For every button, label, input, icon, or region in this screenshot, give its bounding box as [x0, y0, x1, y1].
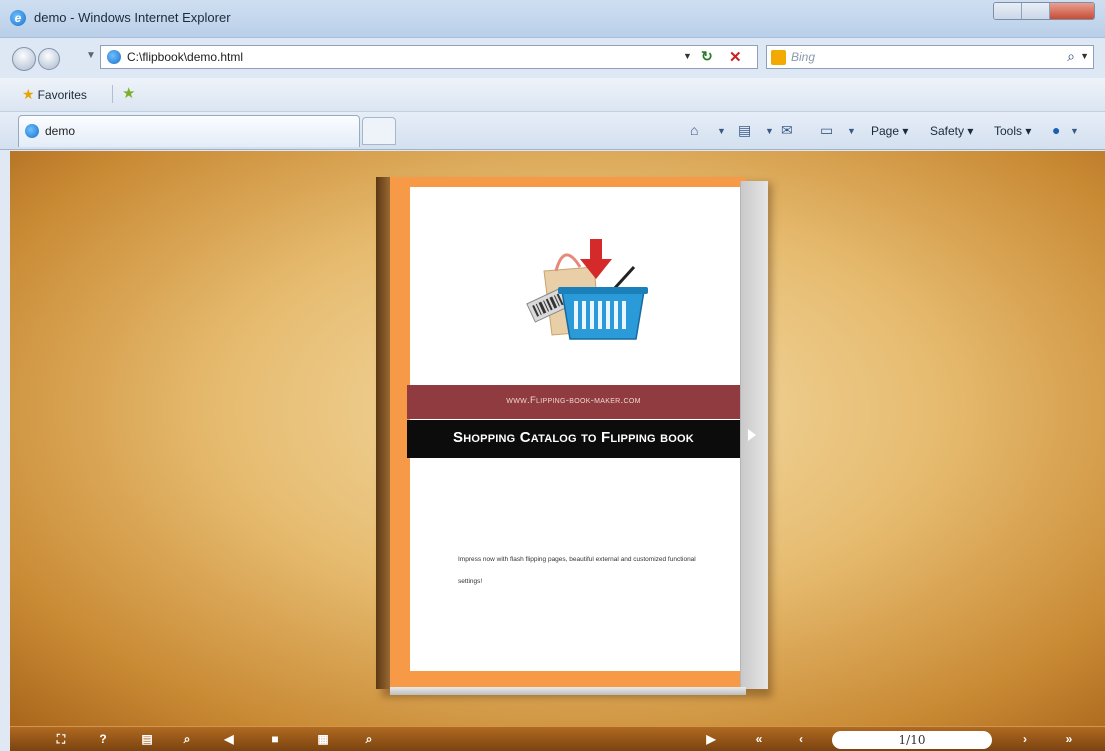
cover-page[interactable]: www.Flipping-book-maker.com Shopping Cat… [407, 187, 740, 671]
book-title: Shopping Catalog to Flipping book [453, 429, 694, 446]
star-icon: ★ [22, 86, 35, 102]
address-input[interactable]: C:\flipbook\demo.html [127, 50, 243, 64]
print-dropdown-icon[interactable]: ▼ [847, 126, 856, 136]
first-page-icon[interactable]: « [748, 731, 770, 748]
next-page-icon[interactable]: › [1014, 731, 1036, 748]
title-banner: Shopping Catalog to Flipping book [407, 420, 740, 458]
book-description: Impress now with flash flipping pages, b… [458, 556, 696, 585]
search-dropdown-icon[interactable]: ▼ [1080, 51, 1089, 61]
bing-logo-icon [771, 50, 786, 65]
search-input[interactable]: Bing [791, 50, 815, 64]
refresh-icon[interactable]: ↻ [701, 48, 713, 65]
print-icon[interactable]: ▭ [820, 122, 833, 139]
print-icon[interactable]: ▤ [136, 731, 158, 748]
help-dropdown-icon[interactable]: ▼ [1070, 126, 1079, 136]
tools-menu[interactable]: Tools ▾ [994, 124, 1031, 138]
help-icon[interactable]: ● [1052, 122, 1060, 138]
window-controls [993, 2, 1095, 20]
ie-logo-icon: e [10, 10, 26, 26]
help-icon[interactable]: ? [92, 731, 114, 748]
minimize-button[interactable] [994, 3, 1022, 19]
home-dropdown-icon[interactable]: ▼ [717, 126, 726, 136]
next-page-arrow-icon[interactable] [748, 429, 756, 441]
previous-page-icon[interactable]: ‹ [790, 731, 812, 748]
add-favorite-icon[interactable]: ★ [122, 84, 135, 102]
search-icon[interactable]: ⌕ [358, 731, 380, 748]
flipbook-toolbar: ⛶ ? ▤ ⌕ ◀ ■ ▦ ⌕ ▶ « ‹ 1/10 › » [10, 726, 1105, 751]
share-icon[interactable]: ■ [264, 731, 286, 748]
feeds-icon[interactable]: ▤ [738, 122, 751, 139]
search-box[interactable]: Bing ⌕ ▼ [766, 45, 1094, 69]
tools-menu-label: Tools [994, 124, 1023, 138]
last-page-icon[interactable]: » [1058, 731, 1080, 748]
safety-menu-label: Safety [930, 124, 965, 138]
book-bottom-edge [390, 687, 746, 695]
safety-menu[interactable]: Safety ▾ [930, 124, 973, 138]
book-spine [376, 177, 390, 689]
close-button[interactable] [1050, 3, 1094, 19]
tab-label: demo [45, 124, 76, 138]
search-icon[interactable]: ⌕ [1067, 48, 1075, 65]
page-menu[interactable]: Page ▾ [871, 124, 908, 138]
address-bar[interactable]: C:\flipbook\demo.html ▼ ↻ ✕ [100, 45, 758, 69]
home-icon[interactable]: ⌂ [690, 122, 698, 138]
flipbook[interactable]: www.Flipping-book-maker.com Shopping Cat… [376, 177, 772, 697]
command-bar: demo ⌂ ▼ ▤ ▼ ✉ ▭ ▼ Page ▾ Safety ▾ Tools… [0, 112, 1105, 150]
site-url: www.Flipping-book-maker.com [506, 395, 641, 406]
page-indicator[interactable]: 1/10 [832, 731, 992, 749]
forward-button[interactable] [38, 48, 60, 70]
window-title: demo - Windows Internet Explorer [34, 10, 231, 25]
page-menu-label: Page [871, 124, 900, 138]
book-cover: www.Flipping-book-maker.com Shopping Cat… [390, 177, 746, 689]
shopping-basket-icon [526, 239, 648, 340]
sound-icon[interactable]: ◀ [218, 731, 240, 748]
stop-icon[interactable]: ✕ [729, 48, 742, 66]
recent-pages-dropdown[interactable]: ▼ [86, 50, 96, 61]
new-tab-button[interactable] [362, 117, 396, 145]
maximize-button[interactable] [1022, 3, 1050, 19]
zoom-icon[interactable]: ⌕ [176, 731, 198, 748]
thumbnails-icon[interactable]: ▦ [312, 731, 334, 748]
feeds-dropdown-icon[interactable]: ▼ [765, 126, 774, 136]
autoplay-icon[interactable]: ▶ [700, 731, 722, 748]
back-button[interactable] [12, 47, 36, 71]
title-bar: e demo - Windows Internet Explorer [0, 0, 1105, 38]
mail-icon[interactable]: ✉ [781, 122, 793, 139]
page-icon [25, 124, 39, 138]
favorites-label: Favorites [37, 88, 87, 102]
favorites-button[interactable]: ★ Favorites [22, 86, 87, 103]
divider [112, 85, 113, 103]
favorites-bar: ★ Favorites ★ [0, 78, 1105, 112]
url-banner: www.Flipping-book-maker.com [407, 385, 740, 419]
tab-demo[interactable]: demo [18, 115, 360, 147]
address-dropdown-icon[interactable]: ▼ [683, 51, 692, 61]
page-icon [107, 50, 121, 64]
fullscreen-icon[interactable]: ⛶ [50, 731, 72, 748]
